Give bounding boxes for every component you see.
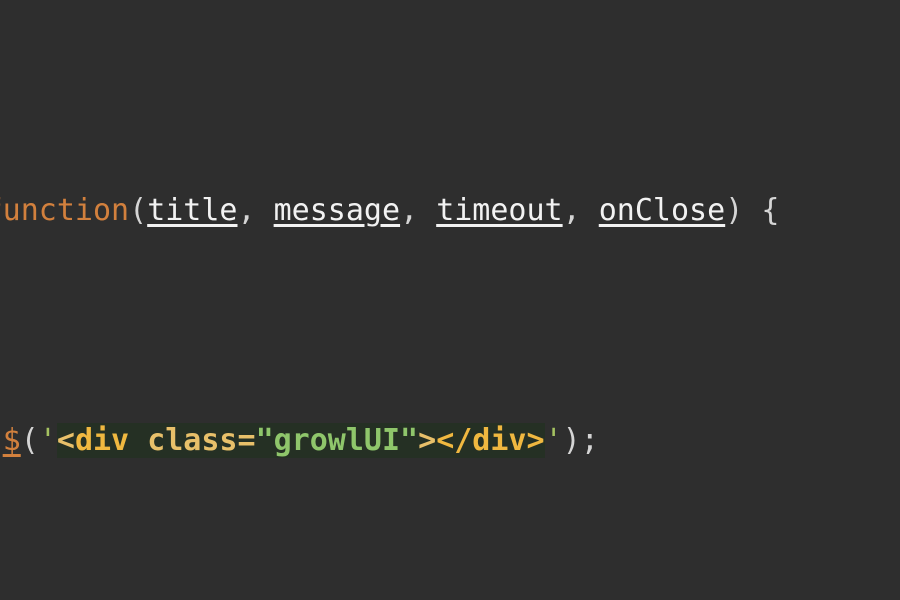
code-editor-viewport[interactable]: = function(title, message, timeout, onCl… <box>0 0 900 600</box>
param-onclose: onClose <box>598 193 726 228</box>
jquery-dollar: $ <box>2 423 21 458</box>
comma-2: , <box>400 193 419 228</box>
brace-open: { <box>761 193 780 228</box>
code-content[interactable]: = function(title, message, timeout, onCl… <box>0 0 900 600</box>
code-line-2[interactable]: m = $('<div class="growlUI"></div>'); <box>0 418 900 464</box>
html-tag-close-div: </div> <box>436 423 545 458</box>
param-title: title <box>147 193 238 228</box>
function-keyword: function <box>0 193 130 228</box>
tag-space <box>129 423 148 458</box>
paren-open-2: ( <box>20 423 39 458</box>
paren-close: ) <box>725 193 744 228</box>
comma-3: , <box>562 193 581 228</box>
html-tag-div: div <box>74 423 130 458</box>
html-attr-value: "growlUI" <box>255 423 419 458</box>
param-message: message <box>273 193 401 228</box>
html-tag-gt: > <box>418 423 437 458</box>
comma-1: , <box>237 193 256 228</box>
quote-open: ' <box>38 423 57 458</box>
paren-open: ( <box>129 193 148 228</box>
quote-close: ' <box>544 423 563 458</box>
paren-close-2: ) <box>562 423 581 458</box>
html-attr-eq: = <box>237 423 256 458</box>
param-timeout: timeout <box>436 193 563 228</box>
semicolon-2: ; <box>580 423 599 458</box>
html-attr-class: class <box>147 423 238 458</box>
html-tag-lt: < <box>56 423 75 458</box>
code-line-1[interactable]: = function(title, message, timeout, onCl… <box>0 188 900 234</box>
